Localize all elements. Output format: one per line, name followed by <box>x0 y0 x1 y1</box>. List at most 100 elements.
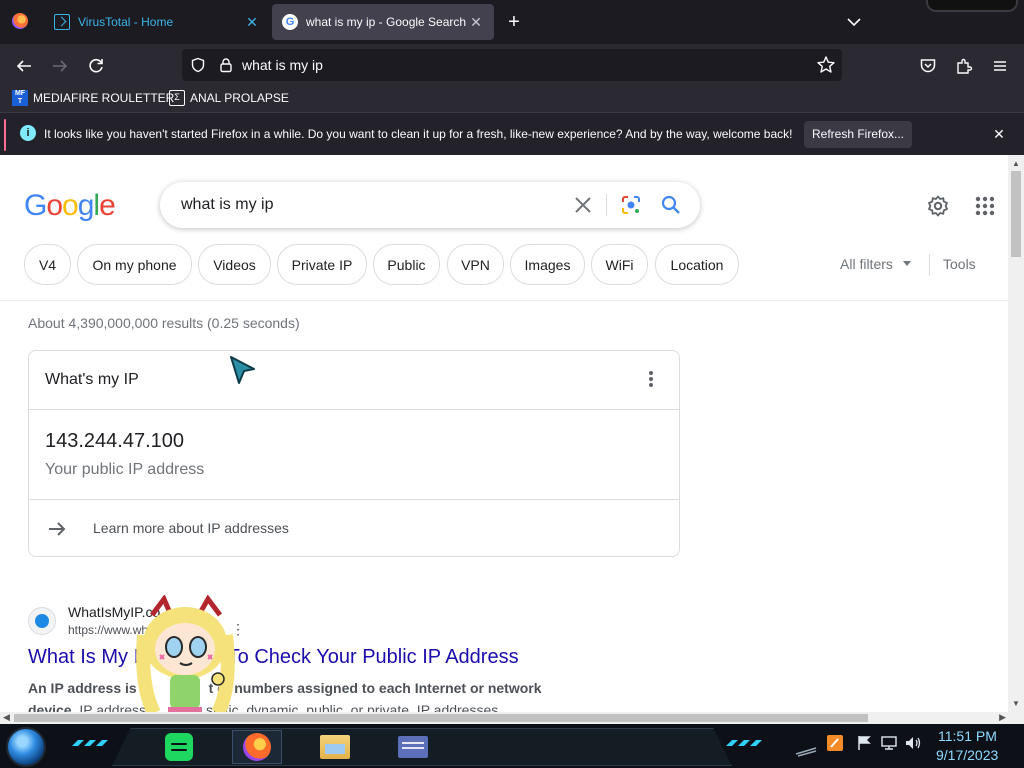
tools-button[interactable]: Tools <box>943 256 976 272</box>
notification-accent-stripe <box>4 119 6 151</box>
close-notification-icon[interactable]: ✕ <box>990 125 1008 143</box>
whats-my-ip-card: What's my IP 143.244.47.100 Your public … <box>28 350 680 557</box>
tab-bar: VirusTotal - Home ✕ G what is my ip - Go… <box>0 0 1024 44</box>
bookmark-mediafire-rouletter[interactable]: MF T MEDIAFIRE ROULETTER <box>12 90 174 106</box>
navigation-toolbar: what is my ip <box>0 44 1024 86</box>
web-page-content: Google what is my ip V4 On my phone Vide… <box>0 155 1008 712</box>
filter-chip-location[interactable]: Location <box>655 244 739 285</box>
bookmark-label: MEDIAFIRE ROULETTER <box>33 91 175 105</box>
taskbar-file-explorer[interactable] <box>310 730 360 764</box>
tab-google-search[interactable]: G what is my ip - Google Search ✕ <box>272 4 494 40</box>
filter-chip-public[interactable]: Public <box>373 244 440 285</box>
clock-date[interactable]: 9/17/2023 <box>936 747 998 763</box>
vertical-scrollbar[interactable]: ▲ ▼ <box>1008 155 1024 712</box>
action-center-flag-icon[interactable] <box>856 734 874 758</box>
horizontal-scrollbar[interactable]: ◀ ▶ <box>0 712 1024 724</box>
list-all-tabs-icon[interactable] <box>844 12 864 32</box>
google-search-box[interactable]: what is my ip <box>160 182 700 228</box>
show-hidden-icons-icon[interactable] <box>794 734 818 758</box>
tab-virustotal[interactable]: VirusTotal - Home ✕ <box>44 4 270 40</box>
bookmarks-toolbar: MF T MEDIAFIRE ROULETTER Σ ANAL PROLAPSE <box>0 86 1024 112</box>
back-button[interactable] <box>12 54 36 78</box>
forward-button[interactable] <box>48 54 72 78</box>
taskbar-firefox[interactable] <box>232 730 282 764</box>
close-tab-icon[interactable]: ✕ <box>468 14 484 30</box>
scroll-right-arrow-icon[interactable]: ▶ <box>999 712 1006 723</box>
card-divider <box>29 499 679 500</box>
google-logo[interactable]: Google <box>24 189 116 223</box>
clear-search-icon[interactable] <box>572 194 594 216</box>
filter-chip-v4[interactable]: V4 <box>24 244 71 285</box>
tab-title: VirusTotal - Home <box>78 15 174 29</box>
back-arrow-icon <box>16 60 31 72</box>
refresh-firefox-button[interactable]: Refresh Firefox... <box>804 121 912 148</box>
filter-chip-vpn[interactable]: VPN <box>447 244 504 285</box>
pocket-button[interactable] <box>916 54 940 78</box>
bookmark-label: ANAL PROLAPSE <box>190 91 289 105</box>
filter-chip-private-ip[interactable]: Private IP <box>277 244 367 285</box>
firefox-icon <box>243 733 271 761</box>
new-tab-button[interactable]: + <box>504 12 524 32</box>
tab-title: what is my ip - Google Search <box>306 15 467 29</box>
filter-chip-on-my-phone[interactable]: On my phone <box>77 244 192 285</box>
search-query-input[interactable]: what is my ip <box>181 196 273 214</box>
address-bar[interactable]: what is my ip <box>182 49 842 81</box>
filters-divider <box>929 254 930 276</box>
taskbar-decoration <box>726 740 762 746</box>
header-divider <box>0 300 1008 301</box>
network-icon[interactable] <box>880 734 898 758</box>
learn-more-link[interactable]: Learn more about IP addresses <box>93 520 289 536</box>
all-filters-button[interactable]: All filters <box>840 256 893 272</box>
bookmark-anal-prolapse[interactable]: Σ ANAL PROLAPSE <box>169 90 289 106</box>
result-snippet: An IP address is t of numbers assigned t… <box>28 680 542 712</box>
reload-icon <box>89 58 103 73</box>
bookmark-favicon-icon: Σ <box>169 90 185 106</box>
bookmark-star-icon[interactable] <box>816 55 836 80</box>
scroll-left-arrow-icon[interactable]: ◀ <box>3 712 10 723</box>
google-lens-icon[interactable] <box>620 194 642 216</box>
url-text[interactable]: what is my ip <box>242 57 323 73</box>
folder-icon <box>320 735 350 759</box>
filter-chip-wifi[interactable]: WiFi <box>591 244 648 285</box>
taskbar-window-app[interactable] <box>388 730 438 764</box>
reload-button[interactable] <box>84 54 108 78</box>
caret-down-icon[interactable] <box>903 261 911 266</box>
puzzle-icon <box>957 58 973 74</box>
site-favicon-icon[interactable] <box>28 607 56 635</box>
window-frame-decoration <box>926 0 1018 12</box>
search-box-divider <box>606 194 607 216</box>
arrow-right-icon[interactable] <box>47 519 67 539</box>
more-options-icon[interactable] <box>641 367 661 391</box>
close-tab-icon[interactable]: ✕ <box>244 14 260 30</box>
taskbar-spotify[interactable] <box>154 730 204 764</box>
app-menu-button[interactable] <box>988 54 1012 78</box>
virustotal-favicon-icon <box>54 14 70 30</box>
search-icon[interactable] <box>660 194 682 216</box>
tracking-protection-shield-icon[interactable] <box>190 57 206 78</box>
notification-message: It looks like you haven't started Firefo… <box>44 127 793 141</box>
card-divider <box>29 409 679 410</box>
refresh-firefox-notification: i It looks like you haven't started Fire… <box>0 112 1024 155</box>
google-favicon-icon: G <box>282 14 298 30</box>
volume-icon[interactable] <box>904 734 922 758</box>
start-button[interactable] <box>8 729 44 765</box>
scrollbar-thumb[interactable] <box>1011 171 1021 257</box>
mouse-cursor-icon <box>229 355 257 387</box>
ip-address-caption: Your public IP address <box>45 461 205 478</box>
gear-icon[interactable] <box>926 194 950 218</box>
filter-chip-videos[interactable]: Videos <box>198 244 271 285</box>
info-icon: i <box>20 125 36 141</box>
filter-chip-images[interactable]: Images <box>510 244 585 285</box>
scroll-up-arrow-icon[interactable]: ▲ <box>1012 159 1020 168</box>
pocket-icon <box>920 59 936 73</box>
extensions-button[interactable] <box>952 54 976 78</box>
firefox-view-icon[interactable] <box>12 13 28 29</box>
secure-lock-icon[interactable] <box>218 57 234 78</box>
forward-arrow-icon <box>53 60 68 72</box>
google-apps-grid-icon[interactable] <box>973 194 997 218</box>
scroll-down-arrow-icon[interactable]: ▼ <box>1012 699 1020 708</box>
tray-app-icon[interactable] <box>826 734 844 758</box>
result-title-link[interactable]: What Is My IP — Way To Check Your Public… <box>28 646 519 669</box>
clock-time[interactable]: 11:51 PM <box>938 728 997 744</box>
scrollbar-thumb[interactable] <box>14 714 868 722</box>
